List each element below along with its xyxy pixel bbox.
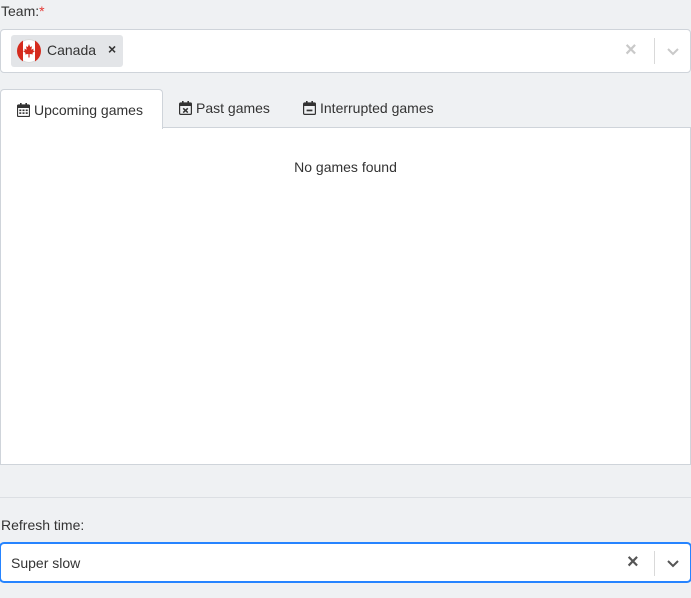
calendar-icon — [17, 102, 30, 117]
chip-label: Canada — [47, 42, 97, 58]
canada-flag-icon — [17, 39, 41, 63]
indicator-separator — [654, 551, 655, 576]
chevron-down-icon[interactable] — [665, 555, 681, 571]
clear-refresh-button[interactable]: × — [627, 552, 639, 572]
calendar-minus-icon — [303, 101, 316, 115]
chip-remove-button[interactable]: × — [108, 41, 116, 57]
refresh-time-label: Refresh time: — [1, 517, 85, 533]
section-divider — [0, 497, 691, 498]
refresh-time-select[interactable]: Super slow × — [0, 543, 691, 582]
calendar-x-icon — [179, 101, 192, 115]
tab-past-games[interactable]: Past games — [179, 89, 270, 127]
refresh-time-value: Super slow — [11, 555, 81, 571]
tab-interrupted-games[interactable]: Interrupted games — [303, 89, 434, 127]
tab-label: Interrupted games — [320, 100, 434, 116]
team-field-label: Team:* — [1, 3, 45, 19]
chevron-down-icon[interactable] — [665, 43, 681, 59]
indicator-separator — [654, 38, 655, 64]
tab-upcoming-games[interactable]: Upcoming games — [0, 89, 163, 129]
games-tabs: Upcoming games Past games Interrupted ga… — [0, 89, 691, 129]
tab-label: Upcoming games — [34, 101, 143, 118]
tab-label: Past games — [196, 100, 270, 116]
selected-team-chip: Canada × — [11, 35, 123, 67]
games-panel: No games found — [0, 127, 691, 465]
team-label-text: Team: — [1, 3, 40, 19]
clear-team-button[interactable]: × — [625, 40, 637, 60]
empty-state-message: No games found — [294, 159, 397, 175]
required-marker: * — [39, 3, 45, 19]
team-select[interactable]: Canada × × — [0, 29, 691, 73]
